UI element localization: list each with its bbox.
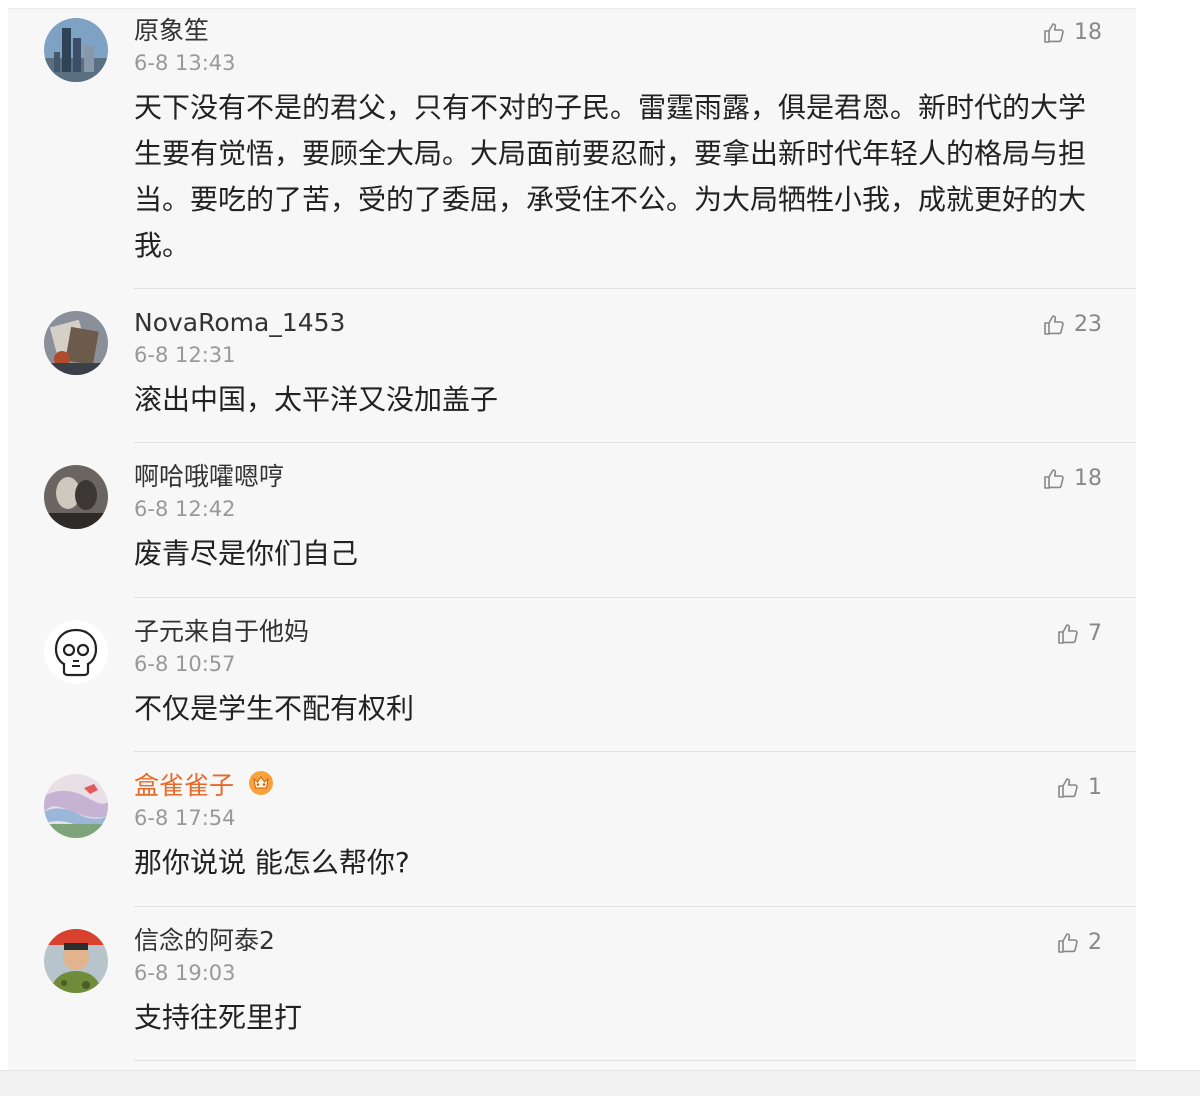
bottom-bar [0,1070,1200,1096]
username[interactable]: 信念的阿泰2 [134,925,275,957]
username[interactable]: 盒雀雀子 [134,770,274,804]
thumbs-up-icon [1044,315,1064,335]
comment-text: 废青尽是你们自己 [134,537,359,570]
timestamp: 6-8 12:31 [134,343,236,367]
avatar[interactable] [44,774,108,838]
comment-item: 原象笙 6-8 13:43 18 天下没有不是的君父，只有不对的子民。雷霆雨露，… [8,9,1136,289]
comment-text: 支持往死里打 [134,1001,303,1034]
username-text: 盒雀雀子 [134,771,235,800]
thumbs-up-icon [1058,778,1078,798]
avatar[interactable] [44,620,108,684]
like-count: 2 [1088,930,1102,955]
vip-badge-icon [248,770,274,804]
like-button[interactable]: 18 [1042,465,1102,493]
comment-page: 原象笙 6-8 13:43 18 天下没有不是的君父，只有不对的子民。雷霆雨露，… [0,0,1200,1096]
comment-item: 盒雀雀子 6-8 17:54 1 那你说说 能怎么帮你? [8,752,1136,907]
thumbs-up-icon [1044,23,1064,43]
username[interactable]: 啊哈哦嚯嗯哼 [134,461,284,493]
thumbs-up-icon [1058,933,1078,953]
like-button[interactable]: 7 [1056,620,1102,648]
like-button[interactable]: 18 [1042,19,1102,47]
comment-text: 不仅是学生不配有权利 [134,692,415,725]
timestamp: 6-8 13:43 [134,51,236,75]
like-button[interactable]: 2 [1056,929,1102,957]
timestamp: 6-8 19:03 [134,961,236,985]
like-count: 18 [1074,20,1102,45]
avatar[interactable] [44,929,108,993]
comment-item: 啊哈哦嚯嗯哼 6-8 12:42 18 废青尽是你们自己 [8,443,1136,598]
like-count: 7 [1088,621,1102,646]
timestamp: 6-8 10:57 [134,652,236,676]
like-count: 18 [1074,466,1102,491]
right-margin [1136,0,1200,1070]
like-count: 1 [1088,775,1102,800]
comment-text: 天下没有不是的君父，只有不对的子民。雷霆雨露，俱是君恩。新时代的大学生要有觉悟，… [134,91,1087,262]
like-button[interactable]: 23 [1042,311,1102,339]
comment-item: NovaRoma_1453 6-8 12:31 23 滚出中国，太平洋又没加盖子 [8,289,1136,443]
thumbs-up-icon [1044,469,1064,489]
divider [134,1060,1136,1061]
comment-text: 那你说说 能怎么帮你? [134,846,410,879]
like-count: 23 [1074,312,1102,337]
like-button[interactable]: 1 [1056,774,1102,802]
avatar[interactable] [44,18,108,82]
comment-text: 滚出中国，太平洋又没加盖子 [134,383,499,416]
username[interactable]: 原象笙 [134,15,209,47]
username[interactable]: 子元来自于他妈 [134,616,309,648]
comment-item: 子元来自于他妈 6-8 10:57 7 不仅是学生不配有权利 [8,598,1136,752]
username[interactable]: NovaRoma_1453 [134,307,345,339]
comment-list: 原象笙 6-8 13:43 18 天下没有不是的君父，只有不对的子民。雷霆雨露，… [8,8,1136,1071]
timestamp: 6-8 12:42 [134,497,236,521]
timestamp: 6-8 17:54 [134,806,236,830]
comment-item: 信念的阿泰2 6-8 19:03 2 支持往死里打 [8,907,1136,1061]
avatar[interactable] [44,465,108,529]
avatar[interactable] [44,311,108,375]
thumbs-up-icon [1058,624,1078,644]
